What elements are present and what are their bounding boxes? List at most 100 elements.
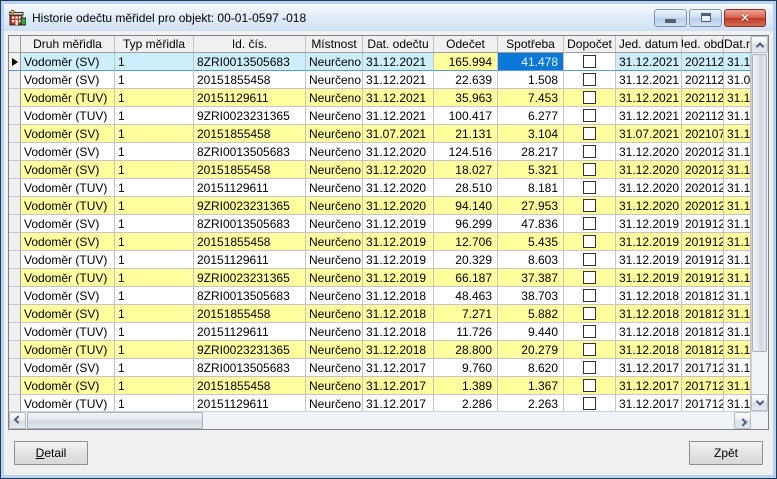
cell-typ[interactable]: 1 <box>115 197 194 215</box>
cell-mistnost[interactable]: Neurčeno <box>306 359 363 377</box>
maximize-button[interactable] <box>689 9 722 27</box>
dopocet-checkbox[interactable] <box>583 235 596 248</box>
cell-id[interactable]: 8ZRI0013505683 <box>194 287 306 305</box>
cell-jed_datum[interactable]: 31.12.2018 <box>616 323 682 341</box>
cell-dat_odectu[interactable]: 31.12.2019 <box>363 233 434 251</box>
cell-dat_odectu[interactable]: 31.12.2018 <box>363 305 434 323</box>
cell-dopocet[interactable] <box>564 377 616 395</box>
cell-mistnost[interactable]: Neurčeno <box>306 287 363 305</box>
cell-dat_r[interactable]: 31.1 <box>724 161 751 179</box>
cell-mistnost[interactable]: Neurčeno <box>306 233 363 251</box>
cell-dat_r[interactable]: 31.1 <box>724 89 751 107</box>
cell-typ[interactable]: 1 <box>115 395 194 411</box>
cell-typ[interactable]: 1 <box>115 143 194 161</box>
cell-odecet[interactable]: 7.271 <box>434 305 498 323</box>
cell-dat_odectu[interactable]: 31.12.2020 <box>363 161 434 179</box>
cell-druh[interactable]: Vodoměr (SV) <box>21 305 115 323</box>
dopocet-checkbox[interactable] <box>583 199 596 212</box>
cell-id[interactable]: 8ZRI0013505683 <box>194 215 306 233</box>
horizontal-scrollbar-thumb[interactable] <box>27 412 203 429</box>
cell-odecet[interactable]: 11.726 <box>434 323 498 341</box>
cell-druh[interactable]: Vodoměr (SV) <box>21 161 115 179</box>
dopocet-checkbox[interactable] <box>583 217 596 230</box>
cell-jed_obd[interactable]: 202012 <box>682 161 724 179</box>
cell-jed_obd[interactable]: 202107 <box>682 125 724 143</box>
cell-dopocet[interactable] <box>564 269 616 287</box>
cell-druh[interactable]: Vodoměr (TUV) <box>21 251 115 269</box>
cell-jed_datum[interactable]: 31.12.2019 <box>616 215 682 233</box>
cell-spotreba[interactable]: 8.181 <box>498 179 564 197</box>
cell-spotreba[interactable]: 28.217 <box>498 143 564 161</box>
table-row[interactable]: Vodoměr (SV)120151855458Neurčeno31.12.20… <box>9 71 751 89</box>
dopocet-checkbox[interactable] <box>583 379 596 392</box>
cell-dat_r[interactable]: 31.1 <box>724 269 751 287</box>
cell-druh[interactable]: Vodoměr (TUV) <box>21 89 115 107</box>
dopocet-checkbox[interactable] <box>583 325 596 338</box>
cell-typ[interactable]: 1 <box>115 125 194 143</box>
table-row[interactable]: Vodoměr (TUV)120151129611Neurčeno31.12.2… <box>9 323 751 341</box>
cell-mistnost[interactable]: Neurčeno <box>306 107 363 125</box>
cell-dat_odectu[interactable]: 31.12.2020 <box>363 197 434 215</box>
cell-dat_r[interactable]: 31.1 <box>724 341 751 359</box>
column-header-spotreba[interactable]: Spotřeba <box>498 36 564 52</box>
cell-jed_datum[interactable]: 31.12.2017 <box>616 377 682 395</box>
cell-mistnost[interactable]: Neurčeno <box>306 179 363 197</box>
cell-druh[interactable]: Vodoměr (TUV) <box>21 323 115 341</box>
table-row[interactable]: Vodoměr (SV)18ZRI0013505683Neurčeno31.12… <box>9 287 751 305</box>
cell-druh[interactable]: Vodoměr (SV) <box>21 377 115 395</box>
cell-spotreba[interactable]: 3.104 <box>498 125 564 143</box>
cell-spotreba[interactable]: 9.440 <box>498 323 564 341</box>
cell-id[interactable]: 20151855458 <box>194 161 306 179</box>
column-header-id[interactable]: Id. čís. <box>194 36 306 52</box>
cell-jed_obd[interactable]: 201912 <box>682 233 724 251</box>
cell-dopocet[interactable] <box>564 53 616 71</box>
cell-dopocet[interactable] <box>564 215 616 233</box>
cell-id[interactable]: 20151855458 <box>194 125 306 143</box>
cell-jed_obd[interactable]: 202112 <box>682 89 724 107</box>
horizontal-scrollbar[interactable] <box>9 412 751 429</box>
cell-jed_obd[interactable]: 202112 <box>682 53 724 71</box>
cell-spotreba[interactable]: 47.836 <box>498 215 564 233</box>
column-header-jed_obd[interactable]: Jed. obd. <box>682 36 724 52</box>
dopocet-checkbox[interactable] <box>583 253 596 266</box>
cell-dopocet[interactable] <box>564 197 616 215</box>
cell-spotreba[interactable]: 27.953 <box>498 197 564 215</box>
cell-typ[interactable]: 1 <box>115 161 194 179</box>
cell-typ[interactable]: 1 <box>115 179 194 197</box>
dopocet-checkbox[interactable] <box>583 307 596 320</box>
cell-dopocet[interactable] <box>564 125 616 143</box>
cell-dopocet[interactable] <box>564 359 616 377</box>
table-row[interactable]: Vodoměr (SV)18ZRI0013505683Neurčeno31.12… <box>9 215 751 233</box>
cell-dat_odectu[interactable]: 31.12.2020 <box>363 143 434 161</box>
cell-jed_datum[interactable]: 31.12.2017 <box>616 359 682 377</box>
cell-id[interactable]: 8ZRI0013505683 <box>194 359 306 377</box>
cell-dat_r[interactable]: 31.1 <box>724 125 751 143</box>
cell-druh[interactable]: Vodoměr (SV) <box>21 233 115 251</box>
cell-dat_odectu[interactable]: 31.12.2017 <box>363 377 434 395</box>
cell-spotreba[interactable]: 2.263 <box>498 395 564 411</box>
column-header-dat_odectu[interactable]: Dat. odečtu <box>363 36 434 52</box>
cell-dat_odectu[interactable]: 31.07.2021 <box>363 125 434 143</box>
column-header-druh[interactable]: Druh měřidla <box>21 36 115 52</box>
cell-dopocet[interactable] <box>564 251 616 269</box>
cell-druh[interactable]: Vodoměr (TUV) <box>21 341 115 359</box>
table-row[interactable]: Vodoměr (TUV)19ZRI0023231365Neurčeno31.1… <box>9 107 751 125</box>
cell-typ[interactable]: 1 <box>115 323 194 341</box>
cell-dat_r[interactable]: 31.1 <box>724 305 751 323</box>
cell-jed_datum[interactable]: 31.12.2020 <box>616 143 682 161</box>
cell-jed_datum[interactable]: 31.12.2021 <box>616 89 682 107</box>
dopocet-checkbox[interactable] <box>583 163 596 176</box>
cell-dopocet[interactable] <box>564 71 616 89</box>
cell-typ[interactable]: 1 <box>115 53 194 71</box>
cell-odecet[interactable]: 28.800 <box>434 341 498 359</box>
cell-dat_odectu[interactable]: 31.12.2021 <box>363 107 434 125</box>
cell-dat_odectu[interactable]: 31.12.2019 <box>363 251 434 269</box>
table-row[interactable]: Vodoměr (SV)120151855458Neurčeno31.07.20… <box>9 125 751 143</box>
cell-druh[interactable]: Vodoměr (SV) <box>21 143 115 161</box>
cell-spotreba[interactable]: 5.321 <box>498 161 564 179</box>
cell-jed_obd[interactable]: 201812 <box>682 341 724 359</box>
minimize-button[interactable] <box>654 9 687 27</box>
cell-typ[interactable]: 1 <box>115 359 194 377</box>
cell-dopocet[interactable] <box>564 341 616 359</box>
cell-dopocet[interactable] <box>564 305 616 323</box>
